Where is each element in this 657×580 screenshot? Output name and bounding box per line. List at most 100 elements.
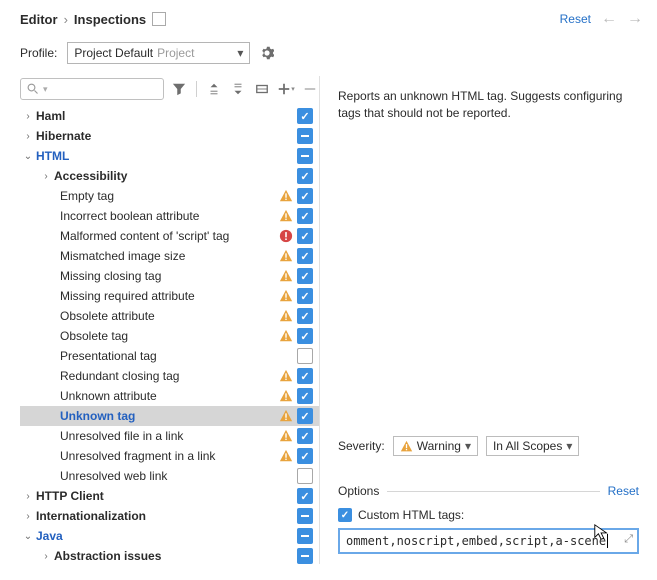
profile-label: Profile:	[20, 46, 57, 60]
checkbox[interactable]	[297, 348, 313, 364]
severity-row: Severity: Warning ▾ In All Scopes ▾	[338, 420, 639, 456]
checkbox[interactable]	[297, 528, 313, 544]
tree-leaf[interactable]: Missing closing tag	[20, 266, 319, 286]
checkbox[interactable]	[297, 388, 313, 404]
toggle-icon[interactable]	[253, 80, 271, 98]
chevron-right-icon: ›	[64, 12, 68, 27]
warning-icon	[279, 189, 293, 203]
checkbox[interactable]	[297, 288, 313, 304]
warning-icon	[279, 369, 293, 383]
add-icon[interactable]: ▾	[277, 80, 295, 98]
checkbox[interactable]	[297, 488, 313, 504]
breadcrumb-editor[interactable]: Editor	[20, 12, 58, 27]
warning-icon	[279, 409, 293, 423]
tree-leaf[interactable]: Unresolved fragment in a link	[20, 446, 319, 466]
tree-leaf[interactable]: Incorrect boolean attribute	[20, 206, 319, 226]
checkbox[interactable]	[297, 188, 313, 204]
caret-down-icon: ▾	[237, 46, 243, 60]
checkbox[interactable]	[297, 228, 313, 244]
collapse-all-icon[interactable]	[229, 80, 247, 98]
tree-node-haml[interactable]: ›Haml	[20, 106, 319, 126]
checkbox[interactable]	[297, 428, 313, 444]
warning-icon	[279, 289, 293, 303]
checkbox[interactable]	[297, 468, 313, 484]
tree-leaf[interactable]: Unresolved file in a link	[20, 426, 319, 446]
custom-tags-input[interactable]: omment,noscript,embed,script,a-scene	[338, 528, 639, 554]
breadcrumb: Editor › Inspections	[20, 12, 166, 27]
warning-icon	[279, 449, 293, 463]
tree-node-java[interactable]: ⌄Java	[20, 526, 319, 546]
options-reset-link[interactable]: Reset	[608, 484, 639, 498]
severity-combo[interactable]: Warning ▾	[393, 436, 478, 456]
options-title: Options	[338, 484, 379, 498]
search-icon	[27, 83, 39, 95]
tree-leaf[interactable]: Unresolved web link	[20, 466, 319, 486]
breadcrumb-inspections[interactable]: Inspections	[74, 12, 146, 27]
filter-icon[interactable]	[170, 80, 188, 98]
profile-combo[interactable]: Project Default Project ▾	[67, 42, 250, 64]
back-arrow-icon[interactable]: ←	[601, 10, 617, 28]
checkbox[interactable]	[297, 448, 313, 464]
checkbox[interactable]	[297, 148, 313, 164]
tree-node-accessibility[interactable]: ›Accessibility	[20, 166, 319, 186]
checkbox[interactable]	[297, 268, 313, 284]
checkbox[interactable]	[297, 328, 313, 344]
tree-node-html[interactable]: ⌄HTML	[20, 146, 319, 166]
inspection-description: Reports an unknown HTML tag. Suggests co…	[338, 88, 639, 122]
warning-icon	[279, 309, 293, 323]
tree-leaf-selected[interactable]: Unknown tag	[20, 406, 319, 426]
expand-all-icon[interactable]	[205, 80, 223, 98]
checkbox[interactable]	[297, 208, 313, 224]
caret-down-icon: ▾	[465, 439, 471, 453]
warning-icon	[279, 389, 293, 403]
checkbox[interactable]	[297, 508, 313, 524]
warning-icon	[279, 329, 293, 343]
caret-down-icon: ▾	[566, 439, 572, 453]
warning-icon	[279, 429, 293, 443]
custom-tags-checkbox-row[interactable]: Custom HTML tags:	[338, 508, 639, 522]
toolbar-separator	[196, 81, 197, 97]
checkbox[interactable]	[297, 308, 313, 324]
reset-link[interactable]: Reset	[560, 12, 591, 26]
filter-toolbar: ▾ ▾	[20, 76, 319, 106]
panel-icon[interactable]	[152, 12, 166, 26]
tree-leaf[interactable]: Malformed content of 'script' tag	[20, 226, 319, 246]
tree-node-hibernate[interactable]: ›Hibernate	[20, 126, 319, 146]
tree-node-abstraction[interactable]: ›Abstraction issues	[20, 546, 319, 564]
tree-leaf[interactable]: Mismatched image size	[20, 246, 319, 266]
checkbox[interactable]	[297, 168, 313, 184]
checkbox[interactable]	[338, 508, 352, 522]
tree-leaf[interactable]: Unknown attribute	[20, 386, 319, 406]
custom-tags-label: Custom HTML tags:	[358, 508, 464, 522]
checkbox[interactable]	[297, 108, 313, 124]
severity-label: Severity:	[338, 439, 385, 453]
warning-icon	[279, 269, 293, 283]
checkbox[interactable]	[297, 548, 313, 564]
checkbox[interactable]	[297, 248, 313, 264]
search-input[interactable]: ▾	[20, 78, 164, 100]
tree-leaf[interactable]: Presentational tag	[20, 346, 319, 366]
gear-icon[interactable]	[260, 46, 274, 60]
scope-combo[interactable]: In All Scopes ▾	[486, 436, 579, 456]
tree-node-http-client[interactable]: ›HTTP Client	[20, 486, 319, 506]
checkbox[interactable]	[297, 408, 313, 424]
inspection-tree[interactable]: ›Haml ›Hibernate ⌄HTML ›Accessibility Em…	[20, 106, 319, 564]
tree-leaf[interactable]: Redundant closing tag	[20, 366, 319, 386]
warning-icon	[279, 249, 293, 263]
tree-leaf[interactable]: Obsolete tag	[20, 326, 319, 346]
tree-leaf[interactable]: Missing required attribute	[20, 286, 319, 306]
warning-icon	[400, 440, 413, 453]
remove-icon[interactable]	[301, 80, 319, 98]
search-caret-icon: ▾	[43, 84, 48, 95]
forward-arrow-icon[interactable]: →	[627, 10, 643, 28]
tree-pane: ▾ ▾ ›Haml ›Hibernate ⌄HTML ›Accessibilit…	[0, 76, 320, 564]
checkbox[interactable]	[297, 368, 313, 384]
tree-node-i18n[interactable]: ›Internationalization	[20, 506, 319, 526]
tree-leaf[interactable]: Obsolete attribute	[20, 306, 319, 326]
tree-leaf[interactable]: Empty tag	[20, 186, 319, 206]
profile-name: Project Default	[74, 46, 153, 60]
expand-icon[interactable]: ⤢	[624, 533, 633, 546]
checkbox[interactable]	[297, 128, 313, 144]
scope-value: In All Scopes	[493, 439, 562, 453]
profile-row: Profile: Project Default Project ▾	[0, 34, 657, 76]
